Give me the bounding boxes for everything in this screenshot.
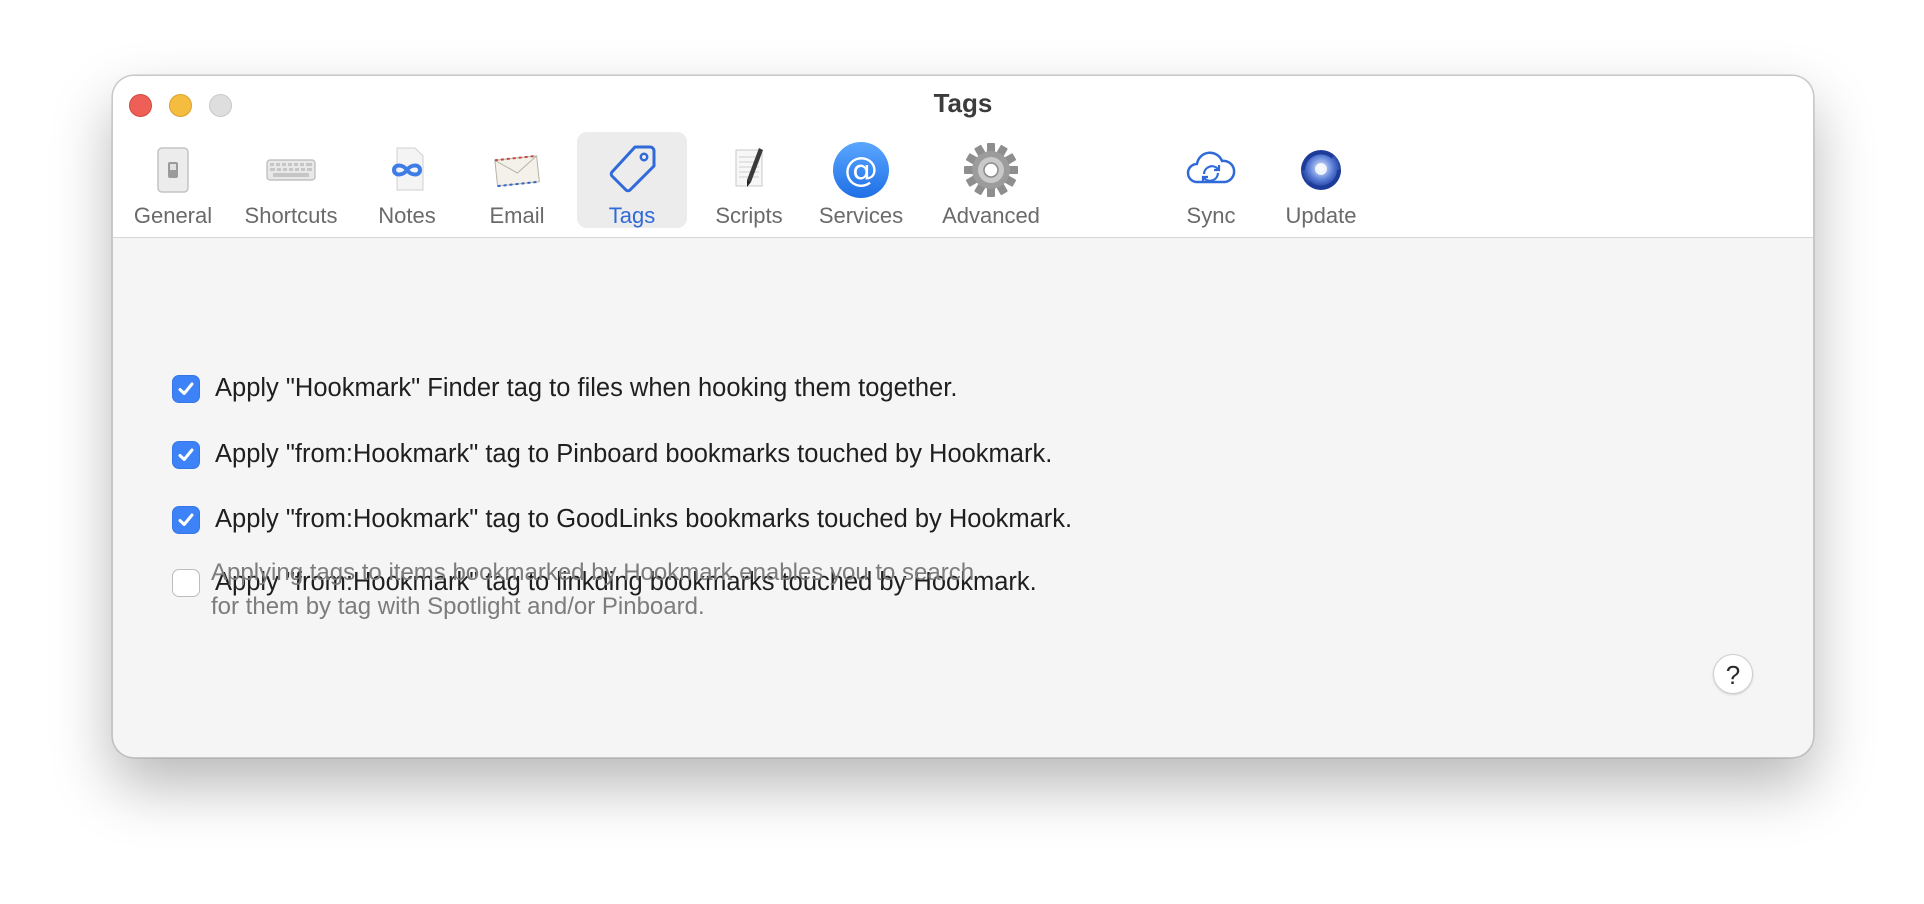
tab-advanced[interactable]: Advanced (929, 132, 1053, 228)
tab-sync[interactable]: Sync (1167, 132, 1255, 228)
keyboard-icon (266, 159, 316, 181)
window-title: Tags (933, 88, 993, 118)
tab-update[interactable]: Update (1273, 132, 1369, 228)
tab-advanced-label: Advanced (942, 203, 1040, 228)
svg-text:@: @ (844, 150, 878, 190)
tab-services-label: Services (818, 203, 904, 228)
tab-scripts[interactable]: Scripts (699, 132, 799, 228)
tags-description: Applying tags to items bookmarked by Hoo… (211, 556, 1111, 624)
tab-email[interactable]: Email (469, 132, 565, 228)
checkmark-icon (178, 448, 194, 461)
notes-infinity-icon (391, 147, 424, 191)
goodlinks-tag-label: Apply "from:Hookmark" tag to GoodLinks b… (215, 505, 1073, 533)
tab-update-label: Update (1285, 203, 1357, 228)
tags-pane: Apply "Hookmark" Finder tag to files whe… (113, 238, 1813, 757)
tab-notes-label: Notes (378, 203, 436, 228)
tab-tags[interactable]: Tags (577, 132, 687, 228)
description-line-2: for them by tag with Spotlight and/or Pi… (211, 593, 705, 620)
preferences-window: Tags General Shortcuts Notes Email Tags … (112, 75, 1814, 758)
tab-tags-label: Tags (608, 203, 656, 228)
finder-tag-label: Apply "Hookmark" Finder tag to files whe… (215, 374, 958, 402)
tab-general-label: General (133, 203, 213, 228)
cloud-sync-icon (1186, 151, 1236, 184)
update-icon (1301, 150, 1341, 190)
help-button[interactable]: ? (1713, 654, 1753, 694)
switch-icon (157, 147, 189, 193)
tab-general[interactable]: General (119, 132, 227, 228)
tab-email-label: Email (489, 203, 545, 228)
gear-icon (964, 143, 1018, 197)
finder-tag-checkbox[interactable] (172, 375, 200, 403)
toolbar: Tags General Shortcuts Notes Email Tags … (113, 76, 1813, 238)
pinboard-tag-label: Apply "from:Hookmark" tag to Pinboard bo… (215, 440, 1053, 468)
tab-shortcuts-label: Shortcuts (244, 203, 338, 228)
tab-sync-label: Sync (1186, 203, 1236, 228)
tab-services[interactable]: @ Services (807, 132, 915, 228)
goodlinks-tag-checkbox[interactable] (172, 506, 200, 534)
checkmark-icon (178, 513, 194, 526)
pinboard-tag-checkbox[interactable] (172, 441, 200, 469)
checkmark-icon (178, 382, 194, 395)
script-icon (735, 148, 763, 187)
linkding-tag-checkbox[interactable] (172, 569, 200, 597)
envelope-icon (494, 154, 540, 188)
tab-scripts-label: Scripts (715, 203, 783, 228)
tab-shortcuts[interactable]: Shortcuts (235, 132, 347, 228)
description-line-1: Applying tags to items bookmarked by Hoo… (211, 559, 975, 586)
at-sign-icon: @ (833, 142, 889, 198)
tab-notes[interactable]: Notes (359, 132, 455, 228)
tag-icon (609, 145, 656, 193)
